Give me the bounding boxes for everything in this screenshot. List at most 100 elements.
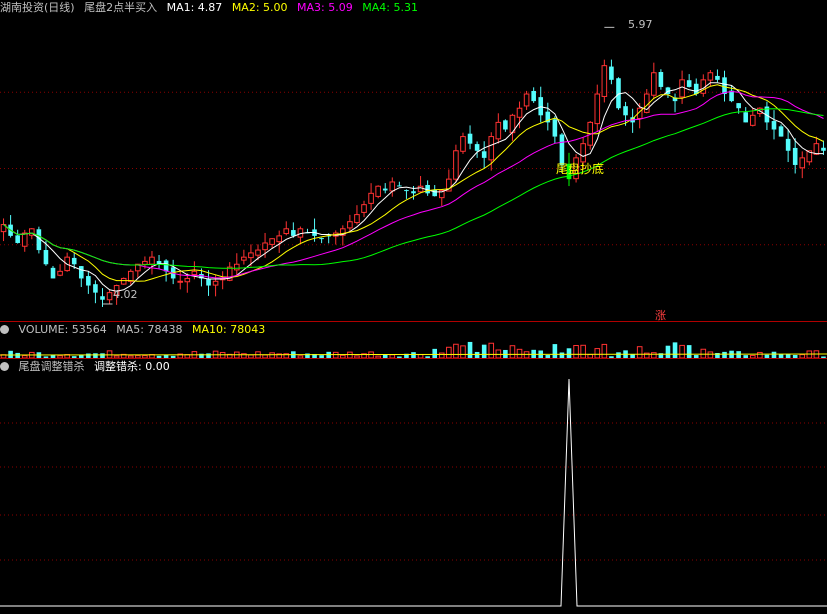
indicator-collapse-icon[interactable] bbox=[0, 362, 9, 371]
indicator-header: 尾盘调整错杀 调整错杀: 0.00 bbox=[0, 359, 176, 375]
volume-bar bbox=[446, 346, 452, 358]
volume-bar bbox=[467, 341, 473, 358]
volume-bar bbox=[672, 342, 678, 358]
candle-body bbox=[57, 270, 63, 276]
ma3-line bbox=[3, 90, 824, 279]
candle-body bbox=[191, 270, 198, 276]
candle-body bbox=[15, 235, 20, 243]
volume-bar bbox=[566, 348, 572, 358]
volume-bar bbox=[665, 345, 671, 358]
candle-body bbox=[792, 147, 798, 165]
candle-body bbox=[93, 284, 98, 293]
volume-ma5-label: MA5: 78438 bbox=[116, 323, 183, 336]
candle-body bbox=[516, 107, 523, 118]
indicator-spike-line bbox=[0, 378, 827, 607]
candle-body bbox=[531, 90, 536, 102]
main-header: 湖南投资(日线) 尾盘2点半买入 MA1: 4.87 MA2: 5.00 MA3… bbox=[0, 0, 424, 16]
ma3-label: MA3: 5.09 bbox=[297, 1, 353, 14]
candle-body bbox=[206, 279, 211, 286]
candle-body bbox=[658, 72, 664, 87]
candle-body bbox=[538, 97, 544, 116]
candle-body bbox=[609, 66, 614, 80]
candle-body bbox=[503, 120, 508, 130]
candle-body bbox=[722, 77, 727, 95]
candle-body bbox=[262, 242, 268, 251]
volume-bar bbox=[460, 345, 466, 358]
candle-body bbox=[127, 270, 134, 282]
candle-body bbox=[389, 181, 396, 192]
candle-body bbox=[86, 276, 91, 286]
candle-body bbox=[397, 185, 402, 187]
ma2-line bbox=[3, 84, 824, 282]
candle-body bbox=[142, 260, 148, 265]
indicator-chart[interactable] bbox=[0, 375, 827, 613]
candle-body bbox=[749, 114, 756, 126]
candle-body bbox=[785, 138, 791, 151]
candle-body bbox=[821, 147, 826, 151]
candle-body bbox=[623, 106, 628, 116]
candle-body bbox=[177, 280, 184, 283]
volume-bar bbox=[700, 348, 707, 358]
candle-body bbox=[736, 103, 741, 109]
candle-body bbox=[771, 121, 777, 130]
candle-body bbox=[149, 256, 155, 265]
candle-body bbox=[347, 221, 353, 229]
candle-body bbox=[276, 235, 282, 243]
volume-bar bbox=[509, 345, 516, 358]
candle-body bbox=[743, 112, 749, 123]
candle-body bbox=[601, 65, 608, 97]
candle-body bbox=[467, 133, 473, 144]
candle-body bbox=[404, 190, 409, 192]
candle-body bbox=[813, 143, 820, 155]
candle-body bbox=[474, 144, 480, 151]
volume-bar bbox=[453, 343, 459, 358]
indicator-title: 尾盘调整错杀 bbox=[18, 360, 85, 373]
indicator-value: 调整错杀: 0.00 bbox=[94, 360, 170, 373]
candle-body bbox=[269, 238, 275, 245]
candle-body bbox=[319, 238, 324, 240]
candle-body bbox=[43, 250, 49, 265]
candle-body bbox=[354, 214, 360, 224]
price-chart[interactable] bbox=[0, 16, 827, 321]
candle-body bbox=[21, 232, 28, 247]
candle-body bbox=[100, 296, 105, 300]
candle-body bbox=[361, 204, 367, 213]
volume-header: VOLUME: 53564 MA5: 78438 MA10: 78043 bbox=[0, 322, 271, 338]
candle-body bbox=[78, 266, 84, 279]
volume-chart[interactable] bbox=[0, 338, 827, 358]
candle-body bbox=[233, 263, 240, 271]
candle-body bbox=[241, 256, 247, 261]
candle-body bbox=[375, 185, 381, 197]
candle-body bbox=[71, 257, 77, 265]
ma4-label: MA4: 5.31 bbox=[362, 1, 418, 14]
candle-body bbox=[460, 136, 466, 152]
volume-ma10-label: MA10: 78043 bbox=[191, 323, 266, 336]
volume-bar bbox=[573, 345, 579, 358]
volume-bar bbox=[8, 350, 13, 358]
stock-title[interactable]: 湖南投资(日线) bbox=[0, 1, 75, 14]
volume-collapse-icon[interactable] bbox=[0, 325, 9, 334]
candle-body bbox=[106, 292, 113, 301]
candle-body bbox=[799, 157, 806, 169]
candle-body bbox=[495, 121, 502, 140]
candle-body bbox=[417, 185, 424, 193]
candle-body bbox=[488, 136, 495, 161]
candle-body bbox=[368, 192, 374, 204]
volume-bar bbox=[580, 344, 586, 358]
volume-bar bbox=[594, 348, 601, 358]
candle-body bbox=[651, 72, 657, 96]
volume-bar bbox=[601, 343, 608, 358]
candle-body bbox=[411, 191, 416, 194]
candle-body bbox=[686, 80, 692, 87]
candle-body bbox=[291, 230, 296, 236]
indicator-name[interactable]: 尾盘2点半买入 bbox=[84, 1, 157, 14]
volume-bar bbox=[432, 348, 438, 358]
candle-body bbox=[778, 126, 784, 137]
candle-body bbox=[50, 267, 56, 279]
high-price-label: 5.97 bbox=[628, 18, 653, 31]
ma1-label: MA1: 4.87 bbox=[166, 1, 223, 14]
volume-bar bbox=[516, 348, 523, 358]
candle-body bbox=[552, 119, 558, 137]
low-price-label: 4.02 bbox=[113, 288, 138, 301]
candle-body bbox=[523, 93, 530, 107]
